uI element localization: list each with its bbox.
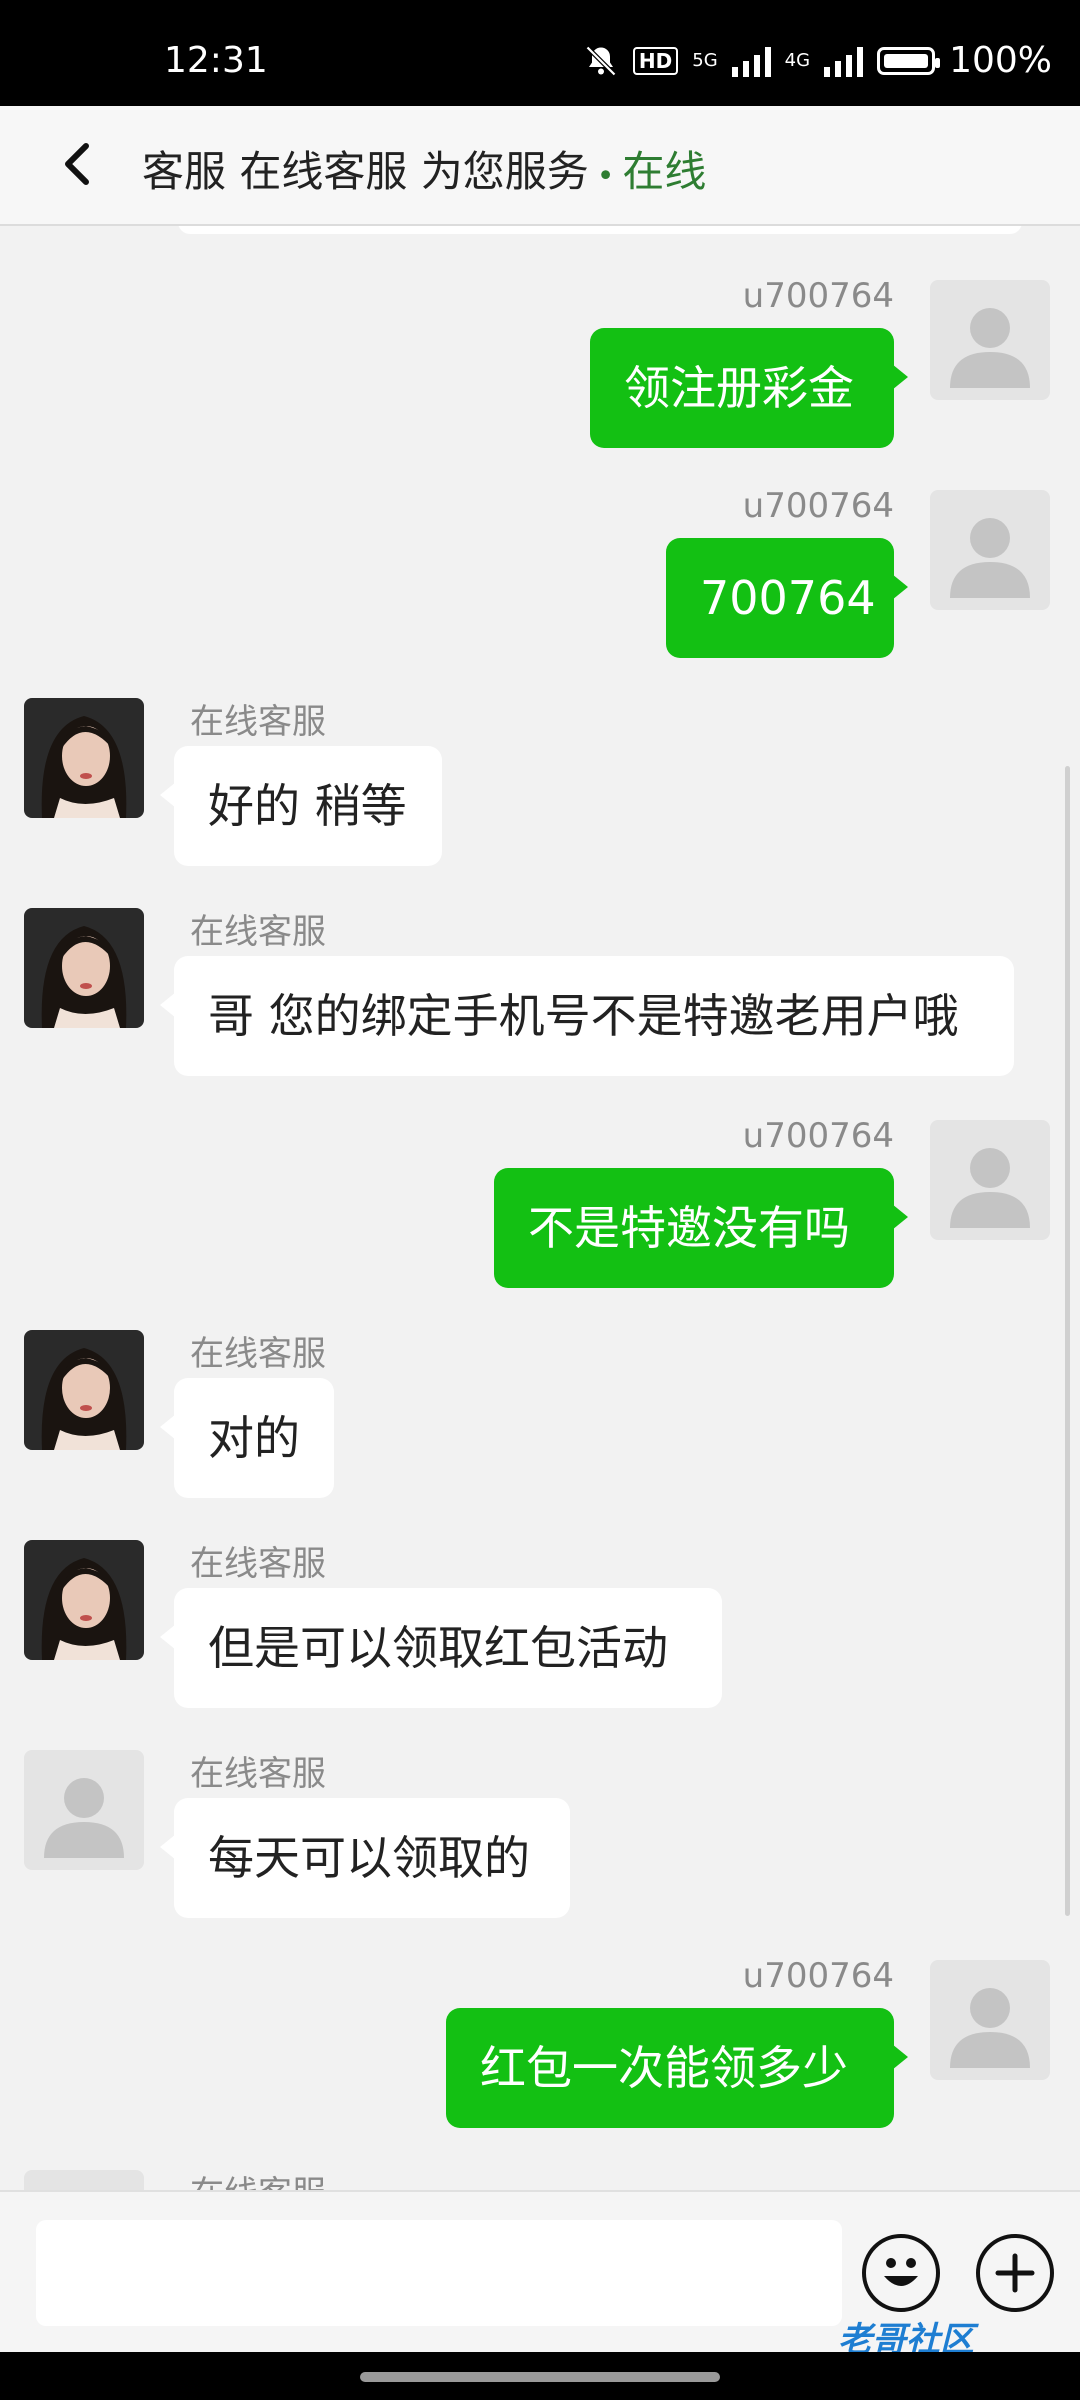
agent-avatar[interactable] <box>24 1750 144 1870</box>
smiley-icon <box>884 2258 918 2286</box>
person-placeholder-icon <box>950 518 1030 598</box>
chat-scrollbar[interactable] <box>1065 766 1070 1916</box>
agent-photo-icon <box>24 1540 144 1660</box>
user-avatar[interactable] <box>930 1120 1050 1240</box>
chat-header: 客服 在线客服 为您服务 • 在线 <box>0 106 1080 226</box>
outgoing-message-bubble[interactable]: 领注册彩金 <box>590 328 908 448</box>
status-bar: 12:31 HD 5G 4G 100% <box>0 0 1080 106</box>
user-avatar[interactable] <box>930 1960 1050 2080</box>
person-placeholder-icon <box>950 1988 1030 2068</box>
incoming-message-bubble[interactable]: 好的 稍等 <box>160 746 442 866</box>
signal-icon <box>731 45 771 77</box>
incoming-message-bubble[interactable]: 哥 您的绑定手机号不是特邀老用户哦 <box>160 956 1014 1076</box>
incoming-message-bubble[interactable]: 对的 <box>160 1378 334 1498</box>
status-icons: HD 5G 4G 100% <box>583 40 1052 81</box>
battery-icon <box>877 46 941 75</box>
network-5g-label: 5G <box>692 50 718 71</box>
battery-percent: 100% <box>949 40 1052 81</box>
agent-avatar[interactable] <box>24 2170 144 2190</box>
network-4g-label: 4G <box>784 50 811 71</box>
sender-name: u700764 <box>742 486 894 526</box>
agent-avatar[interactable] <box>24 698 144 818</box>
chat-title-text: 客服 在线客服 为您服务 <box>142 147 589 196</box>
sender-name: 在线客服 <box>190 702 326 742</box>
sender-name: u700764 <box>742 1956 894 1996</box>
incoming-message-bubble[interactable]: 但是可以领取红包活动 <box>160 1588 722 1708</box>
plus-icon <box>995 2253 1035 2293</box>
person-placeholder-icon <box>24 2170 144 2190</box>
home-gesture-bar[interactable] <box>360 2372 720 2382</box>
agent-avatar[interactable] <box>24 908 144 1028</box>
sender-name: 在线客服 <box>190 912 326 952</box>
signal-icon-2 <box>824 45 864 77</box>
user-avatar[interactable] <box>930 280 1050 400</box>
chat-area[interactable]: u700764 领注册彩金 u700764 700764 在线客服 好的 稍等 在线客服哥 … <box>0 226 1080 2190</box>
agent-avatar[interactable] <box>24 1330 144 1450</box>
person-placeholder-icon <box>44 1778 124 1858</box>
sender-name: 在线客服 <box>190 1334 326 1374</box>
agent-photo-icon <box>24 698 144 818</box>
message-input[interactable] <box>36 2220 842 2326</box>
online-status: 在线 <box>622 147 707 196</box>
chat-title: 客服 在线客服 为您服务 • 在线 <box>142 138 706 199</box>
sender-name: u700764 <box>742 276 894 316</box>
emoji-button[interactable] <box>862 2234 940 2312</box>
hd-voice-icon: HD <box>632 46 679 75</box>
agent-photo-icon <box>24 908 144 1028</box>
sender-name: 在线客服 <box>190 2166 326 2190</box>
outgoing-message-bubble[interactable]: 700764 <box>666 538 908 658</box>
mute-bell-icon <box>585 45 617 76</box>
system-nav-bar <box>0 2352 1080 2400</box>
sender-name: u700764 <box>742 1116 894 1156</box>
sender-name: 在线客服 <box>190 1544 326 1584</box>
plus-button[interactable] <box>976 2234 1054 2312</box>
outgoing-message-bubble[interactable]: 红包一次能领多少 <box>446 2008 908 2128</box>
online-dot: • <box>596 159 615 194</box>
back-arrow-icon[interactable] <box>54 140 102 188</box>
user-avatar[interactable] <box>930 490 1050 610</box>
previous-message-edge <box>178 226 1022 234</box>
status-time: 12:31 <box>164 40 268 81</box>
incoming-message-bubble[interactable]: 每天可以领取的 <box>160 1798 570 1918</box>
agent-avatar[interactable] <box>24 1540 144 1660</box>
person-placeholder-icon <box>950 1148 1030 1228</box>
outgoing-message-bubble[interactable]: 不是特邀没有吗 <box>494 1168 908 1288</box>
person-placeholder-icon <box>950 308 1030 388</box>
agent-photo-icon <box>24 1330 144 1450</box>
sender-name: 在线客服 <box>190 1754 326 1794</box>
